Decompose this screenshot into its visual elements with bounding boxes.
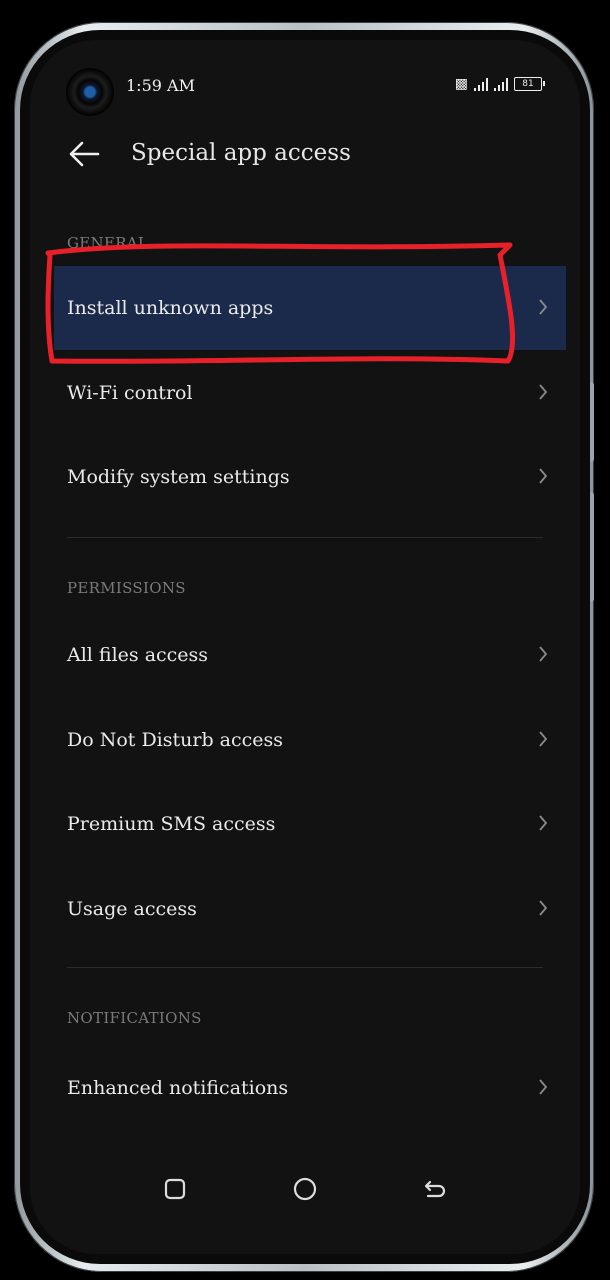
section-general: GENERAL (67, 234, 149, 252)
chevron-right-icon (539, 299, 548, 315)
camera-icon (66, 68, 114, 116)
divider (67, 537, 543, 538)
chevron-right-icon (539, 646, 548, 662)
row-modify-system-settings[interactable]: Modify system settings (54, 435, 566, 519)
chevron-right-icon (539, 815, 548, 831)
section-permissions: PERMISSIONS (67, 579, 186, 597)
screen: 1:59 AM ▩ 81 Special app access GENERAL … (30, 40, 580, 1254)
back-gesture-icon[interactable] (420, 1174, 450, 1204)
home-icon[interactable] (290, 1174, 320, 1204)
back-arrow-icon[interactable] (66, 136, 102, 172)
chevron-right-icon (539, 900, 548, 916)
row-install-unknown-apps[interactable]: Install unknown apps (54, 266, 566, 350)
page-title: Special app access (131, 140, 351, 166)
recents-icon[interactable] (160, 1174, 190, 1204)
row-enhanced-notifications[interactable]: Enhanced notifications (54, 1046, 566, 1130)
row-label: Usage access (67, 898, 197, 920)
row-label: Wi-Fi control (67, 382, 193, 404)
row-all-files-access[interactable]: All files access (54, 613, 566, 697)
vibrate-icon: ▩ (454, 76, 468, 92)
row-dnd-access[interactable]: Do Not Disturb access (54, 698, 566, 782)
row-label: Modify system settings (67, 466, 290, 488)
status-time: 1:59 AM (126, 76, 195, 95)
row-label: All files access (67, 644, 209, 666)
signal-icon (474, 77, 488, 91)
row-premium-sms-access[interactable]: Premium SMS access (54, 782, 566, 866)
row-label: Premium SMS access (67, 813, 276, 835)
divider (67, 967, 543, 968)
battery-icon: 81 (514, 77, 545, 91)
row-label: Install unknown apps (67, 297, 274, 319)
chevron-right-icon (539, 468, 548, 484)
system-nav-bar (30, 1166, 580, 1210)
signal-icon-2 (494, 77, 508, 91)
row-label: Do Not Disturb access (67, 729, 284, 751)
chevron-right-icon (539, 731, 548, 747)
app-bar: Special app access (30, 130, 580, 180)
row-usage-access[interactable]: Usage access (54, 867, 566, 951)
status-icons: ▩ 81 (454, 76, 545, 92)
section-notifications: NOTIFICATIONS (67, 1009, 202, 1027)
row-wifi-control[interactable]: Wi-Fi control (54, 351, 566, 435)
chevron-right-icon (539, 1079, 548, 1095)
row-label: Enhanced notifications (67, 1077, 289, 1099)
chevron-right-icon (539, 384, 548, 400)
